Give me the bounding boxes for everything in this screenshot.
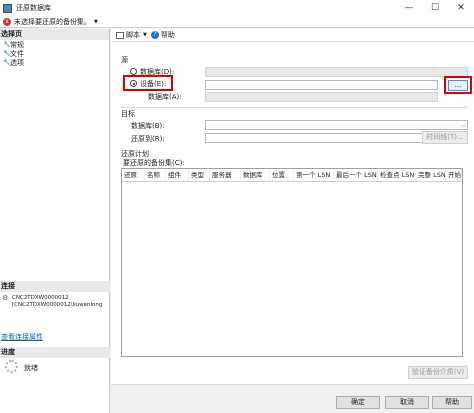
backup-sets-grid[interactable]: 还原 名称 组件 类型 服务器 数据库 位置 第一个 LSN 最后一个 LSN … (121, 168, 463, 357)
cancel-button[interactable]: 取消 (385, 396, 429, 409)
divider (121, 107, 468, 108)
help-button[interactable]: 帮助 (432, 396, 472, 409)
error-message-bar[interactable]: x 未选择要还原的备份集。 ▼ (0, 16, 474, 28)
progress-spinner-icon (5, 360, 18, 373)
restore-to-label: 还原到(R): (131, 135, 165, 143)
column-header[interactable]: 组件 (166, 169, 189, 181)
browse-device-button[interactable]: ... (448, 80, 468, 91)
source-database-dropdown (205, 67, 468, 77)
error-message: 未选择要还原的备份集。 (14, 17, 91, 26)
column-header[interactable]: 完整 LSN (416, 169, 446, 181)
script-button[interactable]: 脚本 (126, 30, 140, 40)
connection-server: CNC2TDXW0000012 (12, 295, 69, 301)
help-toolbar-button[interactable]: 帮助 (161, 30, 175, 40)
progress-status: 就绪 (24, 364, 38, 372)
column-header[interactable]: 数据库 (241, 169, 270, 181)
app-icon (3, 3, 12, 13)
destination-database-label: 数据库(B): (131, 122, 165, 130)
wrench-icon: 🔧 (3, 50, 11, 57)
column-header[interactable]: 还原 (122, 169, 145, 181)
destination-section-label: 目标 (121, 110, 135, 118)
error-icon: x (3, 17, 11, 26)
column-header[interactable]: 服务器 (210, 169, 241, 181)
script-dropdown-icon[interactable]: ▼ (143, 32, 147, 38)
source-db-label: 数据库(A): (148, 93, 182, 101)
toolbar: 脚本 ▼ ? 帮助 (111, 29, 474, 42)
window-title: 还原数据库 (16, 4, 51, 12)
maximize-button[interactable]: ☐ (422, 0, 448, 16)
device-path-field[interactable] (205, 80, 438, 90)
chevron-down-icon: ⌵ (461, 122, 466, 129)
grid-header: 还原 名称 组件 类型 服务器 数据库 位置 第一个 LSN 最后一个 LSN … (122, 169, 462, 182)
pages-header: 选择页 (0, 29, 109, 40)
column-header[interactable]: 类型 (189, 169, 210, 181)
destination-database-dropdown[interactable]: ⌵ (205, 120, 468, 130)
backup-sets-label: 要还原的备份集(C): (123, 159, 185, 167)
verify-backup-media-button[interactable]: 验证备份介质(V) (408, 366, 468, 379)
wrench-icon: 🔧 (3, 41, 11, 48)
script-icon[interactable] (116, 31, 124, 39)
title-bar: 还原数据库 — ☐ ✕ (0, 0, 474, 16)
column-header[interactable]: 检查点 LSN (378, 169, 416, 181)
column-header[interactable]: 位置 (270, 169, 294, 181)
column-header[interactable]: 最后一个 LSN (334, 169, 378, 181)
left-panel: 选择页 🔧 常规 🔧 文件 🔧 选项 连接 ⚙ CNC2TDXW0000012 … (0, 29, 110, 413)
page-item-options[interactable]: 🔧 选项 (0, 58, 109, 67)
wrench-icon: 🔧 (3, 59, 11, 66)
connection-header: 连接 (0, 281, 110, 292)
database-radio[interactable] (130, 68, 137, 75)
device-radio-label[interactable]: 设备(E): (140, 79, 166, 89)
source-section-label: 源 (121, 56, 128, 64)
timeline-button[interactable]: 时间线(T)... (422, 131, 468, 144)
restore-to-field[interactable] (205, 133, 438, 143)
chevron-down-icon[interactable]: ▼ (94, 19, 98, 25)
connection-info: ⚙ CNC2TDXW0000012 [CNC2TDXW0000012\liuwe… (2, 295, 108, 309)
close-button[interactable]: ✕ (448, 0, 474, 16)
source-db-dropdown (205, 92, 438, 102)
page-item-label: 选项 (10, 58, 24, 67)
connection-user: [CNC2TDXW0000012\liuwenlong (12, 302, 103, 308)
help-icon[interactable]: ? (150, 31, 159, 39)
column-header[interactable]: 开始 (446, 169, 462, 181)
column-header[interactable]: 第一个 LSN (294, 169, 334, 181)
progress-header: 进度 (0, 347, 110, 358)
minimize-button[interactable]: — (396, 0, 422, 16)
server-icon: ⚙ (2, 294, 9, 302)
device-radio[interactable] (130, 80, 137, 87)
column-header[interactable]: 名称 (145, 169, 166, 181)
view-connection-properties-link[interactable]: 查看连接属性 (1, 332, 43, 342)
ok-button[interactable]: 确定 (336, 396, 380, 409)
